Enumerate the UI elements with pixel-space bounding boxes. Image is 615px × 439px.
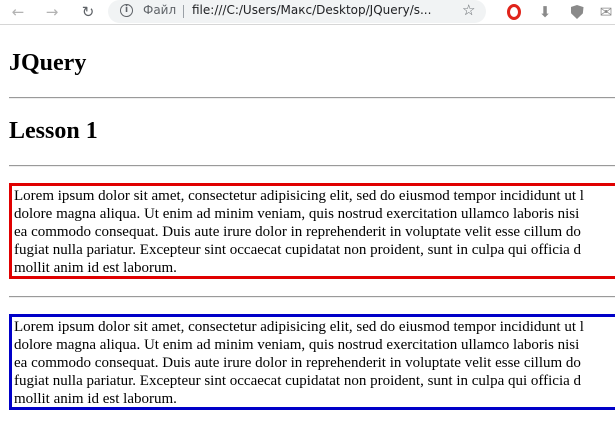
reload-icon: ↻ [81,3,95,21]
back-button[interactable]: ← [8,2,28,22]
star-icon[interactable]: ☆ [462,1,475,19]
page-title: JQuery [9,50,87,76]
horizontal-rule [9,165,615,167]
shield-icon [570,5,584,19]
forward-button[interactable]: → [42,2,62,22]
url-text[interactable]: file:///C:/Users/Макс/Desktop/JQuery/s..… [192,3,431,17]
address-divider [183,5,184,18]
shield-extension-button[interactable] [568,3,586,21]
arrow-right-icon: → [45,3,59,21]
red-bordered-paragraph: Lorem ipsum dolor sit amet, consectetur … [9,183,615,279]
opera-icon [507,4,521,20]
info-icon[interactable]: i [120,4,133,17]
lesson-heading: Lesson 1 [9,118,98,144]
download-extension-button[interactable]: ⬇ [536,3,554,21]
horizontal-rule [9,97,615,99]
blue-bordered-paragraph: Lorem ipsum dolor sit amet, consectetur … [9,314,615,410]
horizontal-rule [9,296,615,298]
mail-icon: ✉ [599,3,613,21]
arrow-left-icon: ← [11,3,25,21]
opera-extension-button[interactable] [505,3,523,21]
scheme-label: Файл [143,3,177,17]
download-icon: ⬇ [538,3,552,21]
address-bar[interactable]: i Файл file:///C:/Users/Макс/Desktop/JQu… [108,0,486,23]
reload-button[interactable]: ↻ [78,2,98,22]
browser-toolbar: ← → ↻ i Файл file:///C:/Users/Макс/Deskt… [0,0,615,25]
mail-extension-button[interactable]: ✉ [597,3,615,21]
